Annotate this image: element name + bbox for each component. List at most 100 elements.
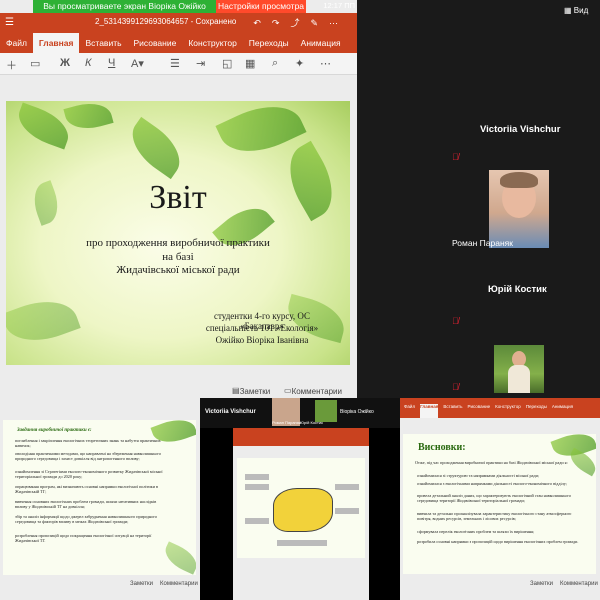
slide-subtitle-line1: про проходження виробничої практики [86, 237, 270, 249]
mini-name-yuriy: Юрій Костик [300, 420, 323, 425]
comments-button[interactable]: ▭ Комментарии [284, 386, 342, 396]
mini-slide: Висновки: Отже, під час проходження виро… [403, 434, 596, 574]
device-status-time: 12:17 ПП [323, 1, 355, 10]
comments-button[interactable]: Комментарии [560, 581, 598, 587]
leaf-decoration [121, 116, 191, 180]
mic-muted-icon: 🎙̸ [452, 382, 459, 392]
lightbulb-icon[interactable]: ✦ [295, 57, 304, 70]
conclusions-intro: Отже, під час проходження виробничої пра… [415, 460, 568, 465]
screen-share-banner: Вы просматриваете экран Віоріка Ожійко [33, 0, 216, 13]
tasks-bullet-1: поглиблення і закріплення екологічних те… [15, 438, 161, 449]
shapes-icon[interactable]: ◱ [222, 57, 232, 70]
tasks-bullet-3: ознайомлення зі Стратегіями еколого-екон… [15, 469, 163, 480]
layout-icon[interactable]: ▭ [30, 57, 40, 70]
nested-ppt-window [233, 428, 369, 600]
tab-design[interactable]: Конструктор [182, 33, 242, 53]
ppt-filename: 2_5314399129693064657 - Сохранено [95, 17, 237, 26]
tab-animation[interactable]: Анимация [295, 33, 347, 53]
mini-name-roman: Роман Параняк [272, 420, 301, 425]
tab-insert[interactable]: Вставить [79, 33, 127, 53]
picture-icon[interactable]: ▦ [245, 57, 255, 70]
notes-button[interactable]: ▤ Заметки [232, 386, 270, 396]
map-legend-box [277, 540, 327, 546]
mini-participant-strip: Victoriia Vishchur Віоріка Ожійко Роман … [200, 398, 400, 428]
body-shape [508, 365, 530, 393]
bold-icon[interactable]: Ж [60, 57, 70, 69]
current-slide[interactable]: Звіт про проходження виробничої практики… [6, 101, 350, 365]
slide-title: Звіт [149, 179, 207, 216]
gallery-view-button[interactable]: ▦ Вид [564, 6, 588, 15]
mini-tab-transitions[interactable]: Переходы [526, 404, 547, 418]
slide-subtitle-line3: Жидачівської міської ради [116, 264, 240, 276]
comments-button[interactable]: Комментарии [160, 581, 198, 587]
map-legend-box [245, 474, 269, 480]
mini-tab-design[interactable]: Конструктор [495, 404, 521, 418]
mini-tab-home[interactable]: Главная [420, 404, 439, 418]
mini-tab-insert[interactable]: Вставить [443, 404, 462, 418]
view-settings-button[interactable]: Настройки просмотра [216, 0, 306, 13]
conclusions-bullet-1: ознайомилася зі структурою та напрямками… [417, 473, 539, 478]
slide-subtitle-line2: на базі [162, 251, 194, 263]
shared-screen: Вы просматриваете экран Віоріка Ожійко Н… [0, 0, 357, 398]
participant-panel: ▦ Вид Victoriia Vishchur 🎙̸ Роман Параня… [357, 0, 600, 398]
leaf-decoration [160, 541, 196, 575]
participant-video-roman [489, 170, 549, 248]
thumbnail-practice-tasks[interactable]: Завдання виробничої практики є: поглибле… [0, 398, 200, 600]
ribbon-tabs: Файл Главная Вставить Рисование Конструк… [0, 33, 357, 53]
nested-ribbon [233, 428, 369, 446]
slide-author-line2: спеціальність 101 «Екологія» [205, 323, 319, 333]
map-legend-box [335, 484, 359, 490]
conclusions-bullet-2: ознайомилася з екологічними напрямками д… [417, 481, 567, 486]
tasks-bullet-7: розроблення пропозицій щодо покращення е… [15, 533, 152, 544]
mic-muted-icon: 🎙̸ [452, 316, 459, 326]
tab-draw[interactable]: Рисование [128, 33, 183, 53]
map-legend-box [335, 508, 359, 514]
ppt-statusbar: ▤ Заметки ▭ Комментарии [0, 385, 357, 398]
slide-author-line3: Ожійко Віоріка Іванівна [215, 335, 309, 345]
bullets-icon[interactable]: ☰ [170, 57, 180, 70]
mini-tab-file[interactable]: Файл [404, 404, 415, 418]
notes-button[interactable]: Заметки [530, 581, 553, 587]
tab-home[interactable]: Главная [32, 33, 80, 53]
mini-tab-draw[interactable]: Рисование [467, 404, 490, 418]
conclusions-bullet-4: вивчила та детально проаналізувала харак… [417, 511, 572, 522]
participant-name-roman: Роман Параняк [452, 238, 513, 248]
search-icon[interactable]: ⌕ [272, 57, 278, 70]
more-icon[interactable]: ⋯ [320, 57, 331, 70]
ppt-titlebar: ☰ 2_5314399129693064657 - Сохранено ↶↷⤴✎… [0, 13, 357, 33]
conclusions-bullet-3: провела детальний аналіз даних, що харак… [417, 493, 572, 504]
notes-button[interactable]: Заметки [130, 581, 153, 587]
format-toolbar: ＋ ▭ Ж К Ч A▾ ☰ ⇥ ◱ ▦ ⌕ ✦ ⋯ [0, 53, 357, 75]
tasks-heading: Завдання виробничої практики є: [17, 428, 92, 433]
tab-file[interactable]: Файл [0, 33, 33, 53]
mini-photo-vioriika [315, 400, 337, 422]
mini-tab-animation[interactable]: Анимация [552, 404, 573, 418]
participant-name-yuriy: Юрій Костик [488, 284, 547, 295]
font-color-icon[interactable]: A▾ [131, 57, 144, 70]
tasks-bullet-2: оволодіння практичними методами, що напр… [15, 451, 162, 462]
underline-icon[interactable]: Ч [108, 57, 115, 69]
mini-slide: Завдання виробничої практики є: поглибле… [3, 420, 196, 575]
italic-icon[interactable]: К [85, 57, 91, 69]
hair-shape [500, 172, 538, 188]
mic-muted-icon: 🎙̸ [452, 152, 459, 162]
leaf-decoration [6, 290, 81, 352]
mini-ribbon: Файл Главная Вставить Рисование Конструк… [400, 398, 600, 418]
nested-slide [237, 458, 365, 558]
menu-icon[interactable]: ☰ [5, 17, 14, 28]
leaf-decoration [63, 101, 114, 135]
thumbnail-conclusions[interactable]: Файл Главная Вставить Рисование Конструк… [400, 398, 600, 600]
map-legend-box [245, 518, 269, 524]
participant-name-victoriia: Victoriia Vishchur [480, 124, 561, 135]
tasks-bullet-4: опрацювання програм, які визначають осно… [15, 484, 158, 495]
conclusions-bullet-6: розробила основні напрямки з пропозицій … [417, 539, 579, 544]
titlebar-actions[interactable]: ↶↷⤴✎⋯ [253, 16, 349, 29]
tasks-bullet-6: збір та аналіз інформації щодо джерел за… [15, 514, 158, 525]
mini-name-vioriika: Віоріка Ожійко [340, 409, 374, 415]
tab-transitions[interactable]: Переходы [243, 33, 295, 53]
tasks-bullet-5: вивчення основних екологічних проблем гр… [15, 499, 157, 510]
add-slide-icon[interactable]: ＋ [6, 57, 17, 73]
indent-icon[interactable]: ⇥ [196, 57, 205, 70]
thumbnail-map-share[interactable]: Victoriia Vishchur Віоріка Ожійко Роман … [200, 398, 400, 600]
mini-name-victoriia: Victoriia Vishchur [205, 409, 256, 415]
